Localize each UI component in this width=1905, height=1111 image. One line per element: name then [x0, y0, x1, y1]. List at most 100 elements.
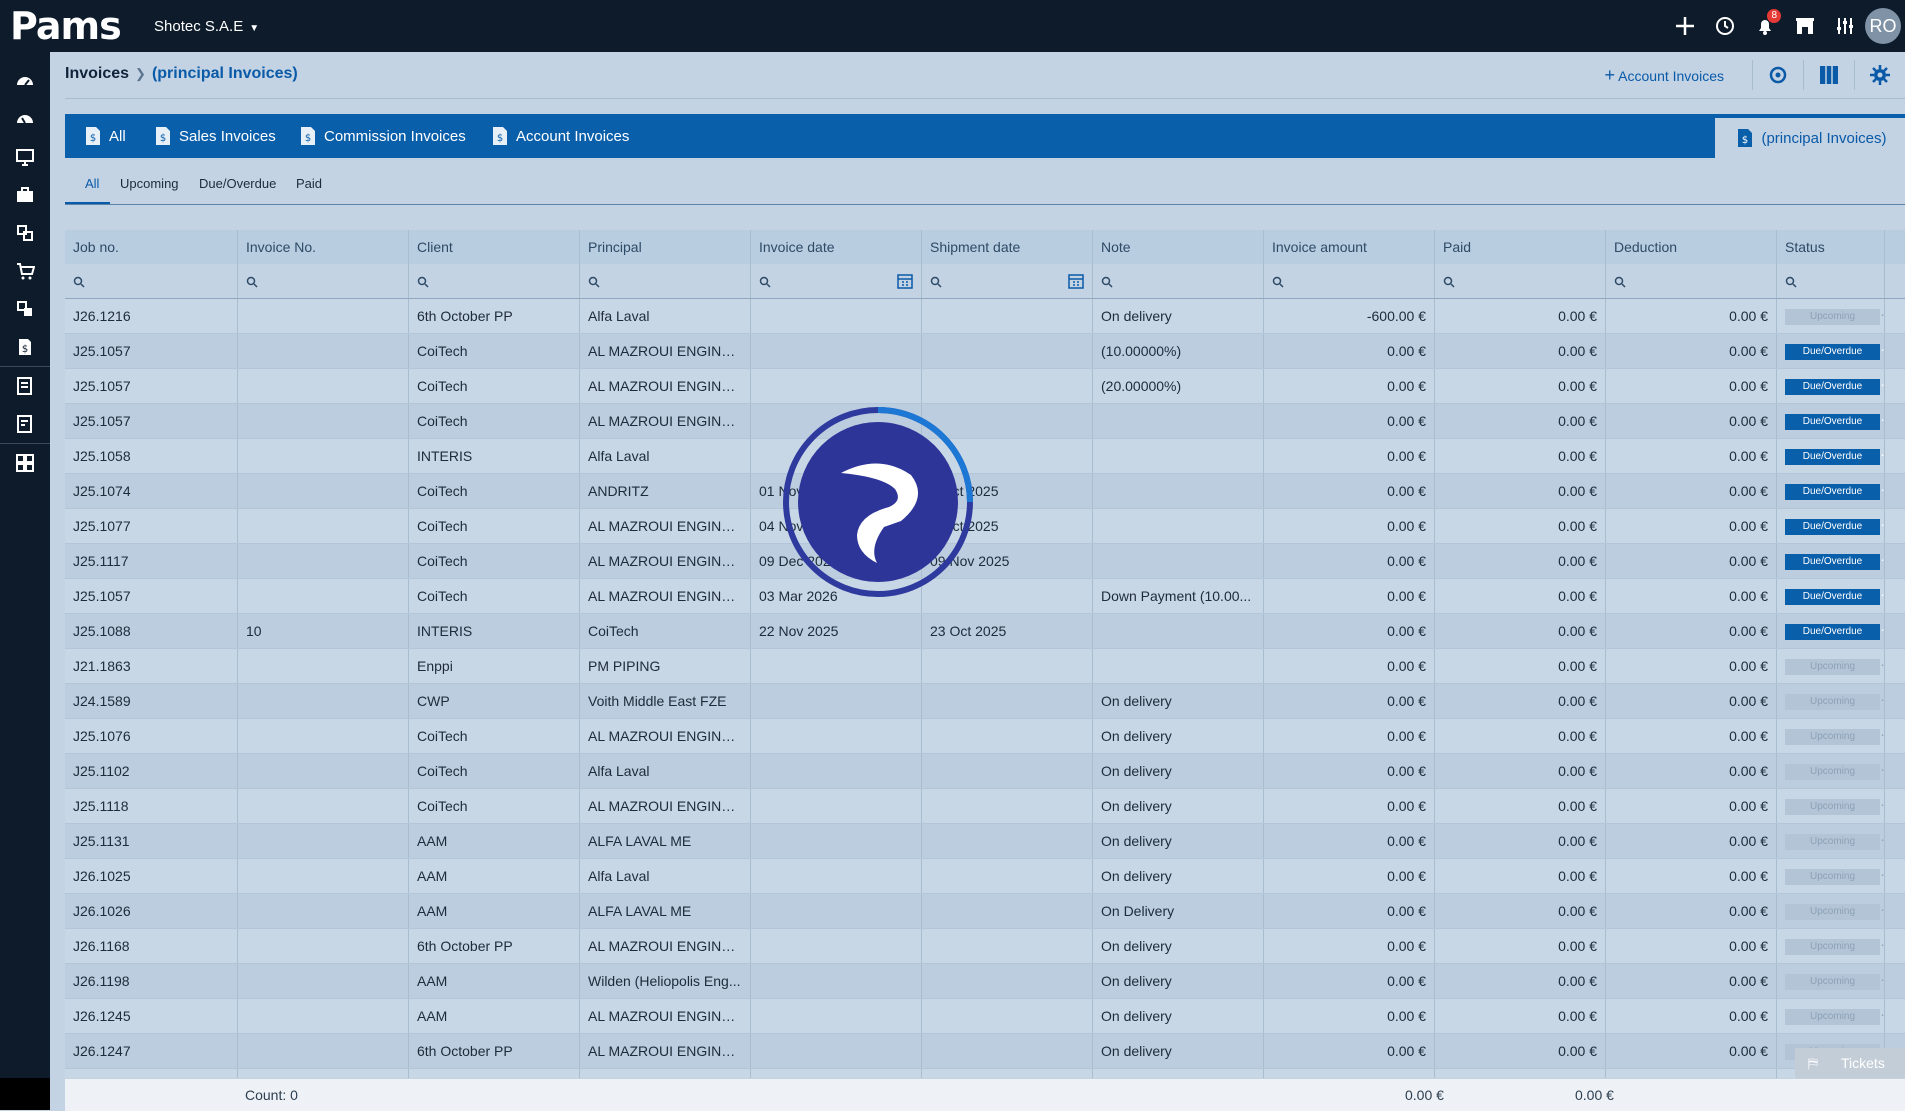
columns-icon[interactable]	[1803, 60, 1854, 90]
report-icon[interactable]	[0, 405, 50, 443]
column-header-principal[interactable]: Principal	[580, 230, 751, 264]
subtab-upcoming[interactable]: Upcoming	[120, 176, 179, 191]
breadcrumb-root[interactable]: Invoices	[65, 65, 129, 82]
filter-note[interactable]	[1093, 264, 1264, 298]
filter-paid[interactable]	[1435, 264, 1606, 298]
cell-deduction: 0.00 €	[1606, 824, 1777, 858]
column-header-status[interactable]: Status	[1777, 230, 1885, 264]
refresh-icon[interactable]	[1752, 60, 1803, 90]
table-row[interactable]: J26.1026 AAM ALFA LAVAL ME On Delivery 0.00 …	[65, 894, 1905, 929]
calendar-icon[interactable]	[897, 273, 913, 289]
column-header-client[interactable]: Client	[409, 230, 580, 264]
table-row[interactable]: J25.1058 INTERIS Alfa Laval 0.00 €0.00 €0.0…	[65, 439, 1905, 474]
filter-deduction[interactable]	[1606, 264, 1777, 298]
subtab-paid[interactable]: Paid	[296, 176, 322, 191]
cell-client: AAM	[409, 964, 580, 998]
tab-principal-invoices[interactable]: $ (principal Invoices)	[1715, 118, 1905, 158]
tab-sales-invoices[interactable]: $ Sales Invoices	[155, 114, 276, 158]
column-header-invoice-amount[interactable]: Invoice amount	[1264, 230, 1435, 264]
app-logo[interactable]: Pams	[10, 5, 122, 47]
tab-commission-invoices[interactable]: $ Commission Invoices	[300, 114, 466, 158]
filter-status[interactable]	[1777, 264, 1885, 298]
subtab-all[interactable]: All	[85, 176, 99, 191]
table-row[interactable]: J25.1057 CoiTech AL MAZROUI ENGINEE... (10.…	[65, 334, 1905, 369]
column-header-invoice-date[interactable]: Invoice date	[751, 230, 922, 264]
dashboard-secondary-icon[interactable]	[0, 100, 50, 138]
cell-invoice-amount: 0.00 €	[1264, 614, 1435, 648]
company-selector[interactable]: Shotec S.A.E ▼	[154, 18, 259, 35]
calendar-icon[interactable]	[1068, 273, 1084, 289]
cell-invoice-date	[751, 999, 922, 1033]
table-row[interactable]: J26.1168 6th October PP AL MAZROUI ENGINEE…	[65, 929, 1905, 964]
table-row[interactable]: J24.1589 CWP Voith Middle East FZE On deliv…	[65, 684, 1905, 719]
notifications-bell-icon[interactable]: 8	[1745, 0, 1785, 52]
user-avatar[interactable]: RO	[1865, 8, 1901, 44]
table-row[interactable]: J25.1088 10 INTERIS CoiTech 22 Nov 2025 23 Oc…	[65, 614, 1905, 649]
table-row[interactable]: J26.1216 6th October PP Alfa Laval On deliv…	[65, 299, 1905, 334]
table-row[interactable]: J26.1245 AAM AL MAZROUI ENGINEE... On deliv…	[65, 999, 1905, 1034]
cell-shipment-date	[922, 684, 1093, 718]
filter-shipment-date[interactable]	[922, 264, 1093, 298]
cell-paid: 0.00 €	[1435, 789, 1606, 823]
cell-invoice-no	[238, 999, 409, 1033]
table-row[interactable]: J25.1074 CoiTech ANDRITZ 01 Nov 2 Oct 2025 0.…	[65, 474, 1905, 509]
filter-job-no[interactable]	[65, 264, 238, 298]
cell-invoice-amount: 0.00 €	[1264, 964, 1435, 998]
table-row[interactable]: J25.1076 CoiTech AL MAZROUI ENGINEE... On d…	[65, 719, 1905, 754]
cell-principal: AL MAZROUI ENGINEE...	[580, 509, 751, 543]
table-row[interactable]: J25.1118 CoiTech AL MAZROUI ENGINEE... On d…	[65, 789, 1905, 824]
cell-paid: 0.00 €	[1435, 929, 1606, 963]
filter-principal[interactable]	[580, 264, 751, 298]
cell-note: On delivery	[1093, 754, 1264, 788]
table-row[interactable]: J26.1025 AAM Alfa Laval On delivery 0.00 €0.…	[65, 859, 1905, 894]
filter-invoice-date[interactable]	[751, 264, 922, 298]
filter-invoice-no[interactable]	[238, 264, 409, 298]
table-row[interactable]: J26.1247 6th October PP AL MAZROUI ENGINEE…	[65, 1034, 1905, 1069]
filter-client[interactable]	[409, 264, 580, 298]
column-header-job-no[interactable]: Job no.	[65, 230, 238, 264]
column-header-shipment-date[interactable]: Shipment date	[922, 230, 1093, 264]
status-badge: Upcoming	[1785, 659, 1880, 676]
sliders-icon[interactable]	[1825, 0, 1865, 52]
table-row[interactable]: J25.1102 CoiTech Alfa Laval On delivery 0.00…	[65, 754, 1905, 789]
column-header-paid[interactable]: Paid	[1435, 230, 1606, 264]
checklist-icon[interactable]	[0, 367, 50, 405]
cell-note: On delivery	[1093, 964, 1264, 998]
column-header-note[interactable]: Note	[1093, 230, 1264, 264]
cell-job-no: J25.1117	[65, 544, 238, 578]
settings-gear-icon[interactable]	[1854, 60, 1905, 90]
dashboard-icon[interactable]	[0, 62, 50, 100]
monitor-icon[interactable]	[0, 138, 50, 176]
tab-account-invoices[interactable]: $ Account Invoices	[492, 114, 629, 158]
cell-client: 6th October PP	[409, 299, 580, 333]
invoice-icon[interactable]: $	[0, 328, 50, 366]
table-row[interactable]: J21.1863 Enppi PM PIPING 0.00 €0.00 €0.00 €…	[65, 649, 1905, 684]
cell-note: On delivery	[1093, 859, 1264, 893]
column-header-invoice-no[interactable]: Invoice No.	[238, 230, 409, 264]
add-account-invoice-button[interactable]: + Account Invoices	[1605, 65, 1724, 86]
subtab-due-overdue[interactable]: Due/Overdue	[199, 176, 276, 191]
cell-paid: 0.00 €	[1435, 894, 1606, 928]
table-row[interactable]: J25.1057 CoiTech AL MAZROUI ENGINEE... 0.00…	[65, 404, 1905, 439]
column-header-deduction[interactable]: Deduction	[1606, 230, 1777, 264]
table-row[interactable]: J25.1117 CoiTech AL MAZROUI ENGINEE... 09 D…	[65, 544, 1905, 579]
table-row[interactable]: J25.1131 AAM ALFA LAVAL ME On delivery 0.00 …	[65, 824, 1905, 859]
briefcase-icon[interactable]	[0, 176, 50, 214]
apps-grid-icon[interactable]	[0, 444, 50, 482]
history-icon[interactable]	[1705, 0, 1745, 52]
cell-status: Upcoming	[1777, 999, 1885, 1033]
transfer-icon[interactable]	[0, 290, 50, 328]
filter-invoice-amount[interactable]	[1264, 264, 1435, 298]
table-row[interactable]: J25.1057 CoiTech AL MAZROUI ENGINEE... 03 M…	[65, 579, 1905, 614]
table-row[interactable]: J25.1077 CoiTech AL MAZROUI ENGINEE... 04 N…	[65, 509, 1905, 544]
cell-paid: 0.00 €	[1435, 544, 1606, 578]
tab-all[interactable]: $ All	[85, 114, 126, 158]
table-row[interactable]: J26.1198 AAM Wilden (Heliopolis Eng... On d…	[65, 964, 1905, 999]
table-row[interactable]: J25.1057 CoiTech AL MAZROUI ENGINEE... (20.…	[65, 369, 1905, 404]
cart-icon[interactable]	[0, 252, 50, 290]
breadcrumb-current: (principal Invoices)	[151, 65, 298, 82]
add-icon[interactable]	[1665, 0, 1705, 52]
tickets-button[interactable]: ⛿ Tickets	[1795, 1048, 1905, 1078]
store-icon[interactable]	[1785, 0, 1825, 52]
modules-icon[interactable]	[0, 214, 50, 252]
